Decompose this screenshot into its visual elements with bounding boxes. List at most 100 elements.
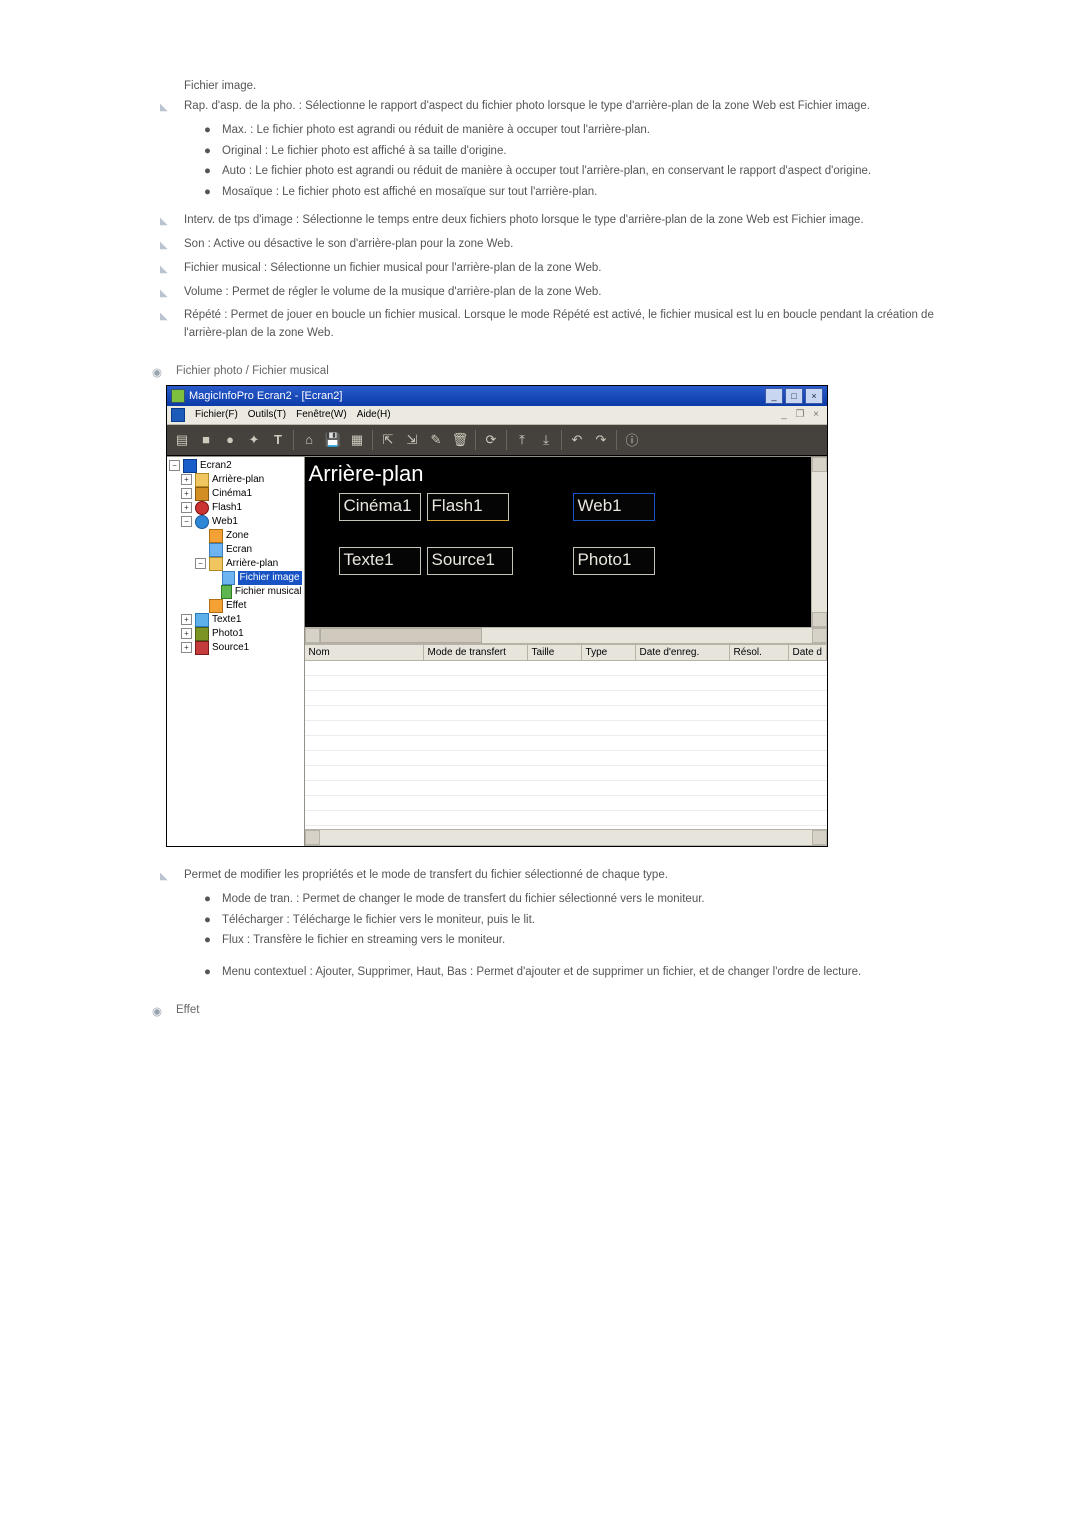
sub-item: Menu contextuel : Ajouter, Supprimer, Ha… — [222, 964, 861, 982]
window-title: MagicInfoPro Ecran2 - [Ecran2] — [189, 390, 761, 402]
tool-icon[interactable]: ■ — [195, 429, 217, 451]
menubar: Fichier(F) Outils(T) Fenêtre(W) Aide(H) … — [167, 406, 827, 425]
tool-icon[interactable]: ⟳ — [480, 429, 502, 451]
tool-undo-icon[interactable]: ↶ — [566, 429, 588, 451]
tool-save-icon[interactable]: 💾 — [322, 429, 344, 451]
heading-label: Fichier photo / Fichier musical — [176, 365, 329, 379]
col-date2[interactable]: Date d — [789, 645, 827, 660]
tree-item[interactable]: Zone — [167, 529, 304, 543]
chevron-icon: ◣ — [160, 212, 174, 230]
titlebar[interactable]: MagicInfoPro Ecran2 - [Ecran2] _ □ × — [167, 386, 827, 406]
tree-item-selected[interactable]: Fichier image — [167, 571, 304, 585]
tool-info-icon[interactable]: ⓘ — [621, 429, 643, 451]
folder-icon — [209, 557, 223, 571]
bullet-musical: ◣ Fichier musical : Sélectionne un fichi… — [160, 260, 960, 278]
col-mode[interactable]: Mode de transfert — [424, 645, 528, 660]
tool-icon[interactable]: ✦ — [243, 429, 265, 451]
chevron-icon: ◣ — [160, 236, 174, 254]
image-icon — [222, 571, 235, 585]
zone-web[interactable]: Web1 — [573, 493, 655, 521]
tree-item[interactable]: +Cinéma1 — [167, 487, 304, 501]
tree-item[interactable]: −Web1 — [167, 515, 304, 529]
tool-icon[interactable]: ⤓ — [535, 429, 557, 451]
menu-tools[interactable]: Outils(T) — [248, 409, 286, 420]
tree-item[interactable]: +Texte1 — [167, 613, 304, 627]
tree-item[interactable]: Effet — [167, 599, 304, 613]
minimize-button[interactable]: _ — [765, 388, 783, 404]
maximize-button[interactable]: □ — [785, 388, 803, 404]
app-icon — [171, 389, 185, 403]
zone-flash[interactable]: Flash1 — [427, 493, 509, 521]
menu-window[interactable]: Fenêtre(W) — [296, 409, 347, 420]
web-icon — [195, 515, 209, 529]
menu-help[interactable]: Aide(H) — [357, 409, 391, 420]
bullet-text: Permet de modifier les propriétés et le … — [184, 867, 668, 885]
sub-item: Mode de tran. : Permet de changer le mod… — [222, 891, 705, 909]
canvas-area[interactable]: Arrière-plan Cinéma1 Flash1 Web1 Texte1 … — [305, 456, 827, 627]
intro-text: Fichier image. — [184, 80, 960, 92]
bullet-aspect: ◣ Rap. d'asp. de la pho. : Sélectionne l… — [160, 98, 960, 116]
sublist-usage1: ●Mode de tran. : Permet de changer le mo… — [204, 891, 960, 950]
tool-trash-icon[interactable]: 🗑 — [449, 429, 471, 451]
leaf-icon — [209, 543, 223, 557]
col-taille[interactable]: Taille — [528, 645, 582, 660]
tree-item[interactable]: −Arrière-plan — [167, 557, 304, 571]
col-type[interactable]: Type — [582, 645, 636, 660]
tool-redo-icon[interactable]: ↷ — [590, 429, 612, 451]
text-icon — [195, 613, 209, 627]
zone-source[interactable]: Source1 — [427, 547, 513, 575]
tree-item[interactable]: +Flash1 — [167, 501, 304, 515]
mdi-close-button[interactable]: × — [809, 409, 823, 421]
tool-icon[interactable]: ⤒ — [511, 429, 533, 451]
tree-item[interactable]: +Photo1 — [167, 627, 304, 641]
leaf-icon — [209, 529, 223, 543]
tool-icon[interactable]: ⇱ — [377, 429, 399, 451]
tree-item[interactable]: +Source1 — [167, 641, 304, 655]
col-date[interactable]: Date d'enreg. — [636, 645, 730, 660]
bullet-repete: ◣ Répété : Permet de jouer en boucle un … — [160, 307, 960, 343]
sub-item: Original : Le fichier photo est affiché … — [222, 143, 507, 161]
sublist-aspect: ●Max. : Le fichier photo est agrandi ou … — [204, 122, 960, 202]
tool-icon[interactable]: ⌂ — [298, 429, 320, 451]
chevron-icon: ◣ — [160, 98, 174, 116]
chevron-icon: ◣ — [160, 284, 174, 302]
tool-text-icon[interactable]: T — [267, 429, 289, 451]
tree-item[interactable]: Ecran — [167, 543, 304, 557]
tool-icon[interactable]: ▦ — [346, 429, 368, 451]
close-button[interactable]: × — [805, 388, 823, 404]
bullet-volume: ◣ Volume : Permet de régler le volume de… — [160, 284, 960, 302]
mdi-restore-button[interactable]: ❐ — [793, 409, 807, 421]
bullet-text: Interv. de tps d'image : Sélectionne le … — [184, 212, 864, 230]
zone-photo[interactable]: Photo1 — [573, 547, 655, 575]
bullet-son: ◣ Son : Active ou désactive le son d'arr… — [160, 236, 960, 254]
mdi-minimize-button[interactable]: _ — [777, 409, 791, 421]
bullet-interval: ◣ Interv. de tps d'image : Sélectionne l… — [160, 212, 960, 230]
flash-icon — [195, 501, 209, 515]
sub-item: Max. : Le fichier photo est agrandi ou r… — [222, 122, 650, 140]
zone-cinema[interactable]: Cinéma1 — [339, 493, 421, 521]
orb-icon: ◉ — [152, 365, 166, 379]
tree-item[interactable]: Fichier musical — [167, 585, 304, 599]
col-resol[interactable]: Résol. — [730, 645, 789, 660]
right-pane: Arrière-plan Cinéma1 Flash1 Web1 Texte1 … — [305, 456, 827, 846]
bullet-text: Fichier musical : Sélectionne un fichier… — [184, 260, 601, 278]
tool-icon[interactable]: ✎ — [425, 429, 447, 451]
bullet-text: Rap. d'asp. de la pho. : Sélectionne le … — [184, 98, 870, 116]
tree-item[interactable]: +Arrière-plan — [167, 473, 304, 487]
tool-icon[interactable]: ⇲ — [401, 429, 423, 451]
effect-icon — [209, 599, 223, 613]
menu-file[interactable]: Fichier(F) — [195, 409, 238, 420]
col-nom[interactable]: Nom — [305, 645, 424, 660]
tool-icon[interactable]: ● — [219, 429, 241, 451]
grid-horizontal-scrollbar[interactable] — [305, 829, 827, 846]
tool-icon[interactable]: ▤ — [171, 429, 193, 451]
horizontal-scrollbar[interactable] — [305, 627, 827, 644]
zone-texte[interactable]: Texte1 — [339, 547, 421, 575]
tree-item[interactable]: −Ecran2 — [167, 459, 304, 473]
tree-pane: −Ecran2 +Arrière-plan +Cinéma1 +Flash1 −… — [167, 456, 305, 846]
chevron-icon: ◣ — [160, 307, 174, 343]
grid-body[interactable] — [305, 661, 827, 829]
vertical-scrollbar[interactable] — [811, 457, 827, 627]
photo-icon — [195, 627, 209, 641]
bullet-usage: ◣ Permet de modifier les propriétés et l… — [160, 867, 960, 885]
